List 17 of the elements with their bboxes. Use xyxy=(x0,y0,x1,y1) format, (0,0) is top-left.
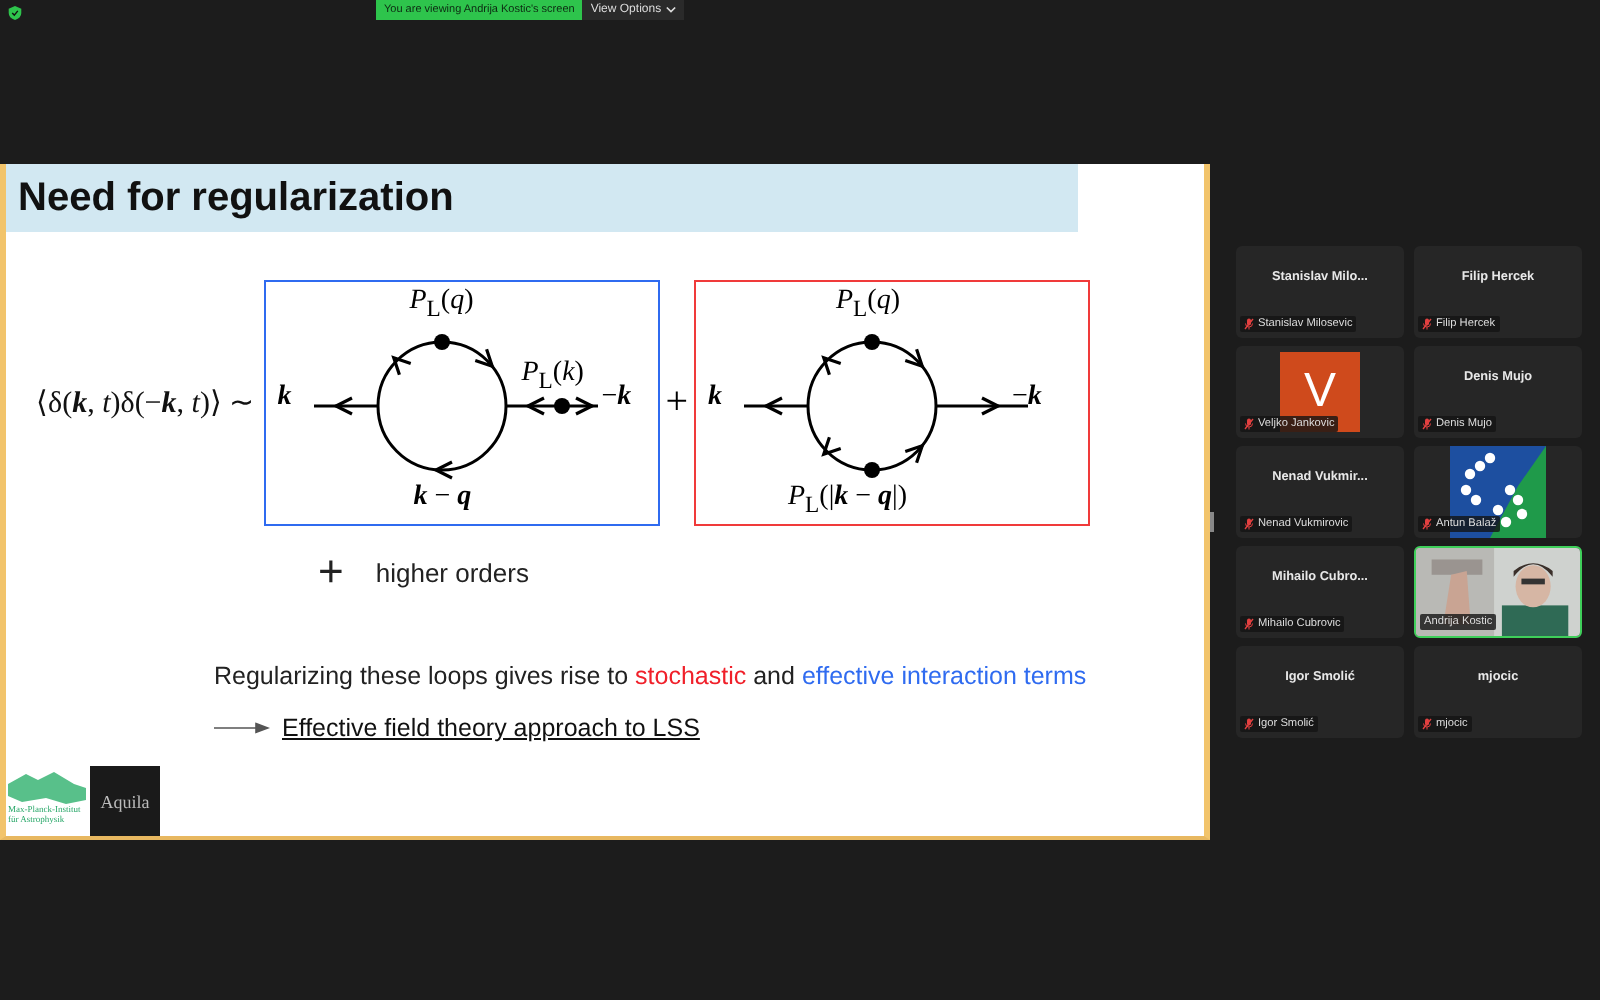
math-label: k − q xyxy=(413,482,472,514)
aquila-logo: Aquila xyxy=(90,766,160,836)
math-label: k xyxy=(707,382,722,414)
math-label: P$_{L}$(k) xyxy=(521,358,584,398)
plus-sign: + xyxy=(318,546,344,598)
plus-sign: + xyxy=(665,380,688,426)
math-label: −k xyxy=(1011,382,1042,414)
math-label: P$_{L}$(q) xyxy=(409,286,474,326)
slide-text: Effective field theory approach to LSS xyxy=(282,714,700,742)
math-label: P$_{L}$(|k − q|) xyxy=(787,482,908,522)
slide-text: higher orders xyxy=(375,557,529,587)
slide-sentence: Regularizing these loops gives rise to stochastic and effective interaction terms xyxy=(214,662,1089,690)
slide-title: Need for regularization xyxy=(6,164,1078,232)
math-expression: ⟨δ(k, t)δ(−k, t)⟩ ∼ xyxy=(36,386,256,422)
math-label: k xyxy=(277,382,292,414)
math-label: −k xyxy=(601,382,632,414)
math-label: P$_{L}$(q) xyxy=(835,286,901,326)
